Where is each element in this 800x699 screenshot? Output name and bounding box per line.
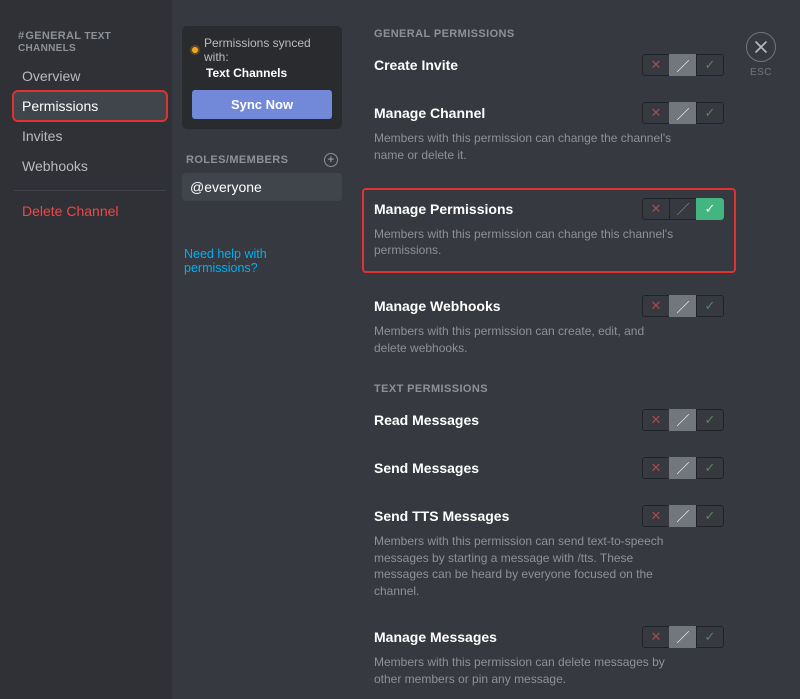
permission-description: Members with this permission can change … bbox=[374, 130, 674, 164]
permission-row: Send Messages ✕／✓ bbox=[374, 457, 724, 481]
settings-sidebar: #GENERALTEXT CHANNELS Overview Permissio… bbox=[0, 0, 172, 699]
deny-option[interactable]: ✕ bbox=[642, 505, 670, 527]
permission-row: Create Invite ✕／✓ bbox=[374, 54, 724, 78]
permission-title: Read Messages bbox=[374, 412, 479, 428]
deny-option[interactable]: ✕ bbox=[642, 198, 670, 220]
permission-title: Manage Messages bbox=[374, 629, 497, 645]
sidebar-separator bbox=[14, 190, 166, 191]
permission-title: Manage Webhooks bbox=[374, 298, 501, 314]
permission-row: Manage Permissions ✕／✓ Members with this p… bbox=[364, 190, 734, 272]
allow-option[interactable]: ✓ bbox=[696, 409, 724, 431]
allow-option[interactable]: ✓ bbox=[696, 505, 724, 527]
sync-now-button[interactable]: Sync Now bbox=[192, 90, 332, 119]
roles-members-header: ROLES/MEMBERS + bbox=[182, 147, 342, 173]
passthrough-option[interactable]: ／ bbox=[669, 198, 697, 220]
allow-option[interactable]: ✓ bbox=[696, 626, 724, 648]
passthrough-option[interactable]: ／ bbox=[669, 505, 697, 527]
passthrough-option[interactable]: ／ bbox=[669, 102, 697, 124]
passthrough-option[interactable]: ／ bbox=[669, 457, 697, 479]
permissions-panel: GENERAL PERMISSIONSCreate Invite✕／✓Manag… bbox=[352, 0, 800, 699]
section-title: GENERAL PERMISSIONS bbox=[374, 28, 724, 40]
permission-row: Manage Channel ✕／✓ Members with this permi… bbox=[374, 102, 724, 166]
permission-title: Send TTS Messages bbox=[374, 508, 509, 524]
deny-option[interactable]: ✕ bbox=[642, 54, 670, 76]
permission-title: Send Messages bbox=[374, 460, 479, 476]
allow-option[interactable]: ✓ bbox=[696, 54, 724, 76]
tri-toggle[interactable]: ✕／✓ bbox=[642, 457, 724, 479]
passthrough-option[interactable]: ／ bbox=[669, 54, 697, 76]
deny-option[interactable]: ✕ bbox=[642, 102, 670, 124]
add-role-button[interactable]: + bbox=[324, 153, 338, 167]
tri-toggle[interactable]: ✕／✓ bbox=[642, 409, 724, 431]
passthrough-option[interactable]: ／ bbox=[669, 295, 697, 317]
tri-toggle[interactable]: ✕／✓ bbox=[642, 295, 724, 317]
allow-option[interactable]: ✓ bbox=[696, 102, 724, 124]
permission-row: Manage Webhooks ✕／✓ Members with this perm… bbox=[374, 295, 724, 359]
tri-toggle[interactable]: ✕／✓ bbox=[642, 198, 724, 220]
close-button[interactable] bbox=[746, 32, 776, 62]
permission-row: Manage Messages ✕／✓ Members with this perm… bbox=[374, 626, 724, 690]
sidebar-item-permissions[interactable]: Permissions bbox=[14, 92, 166, 120]
permission-row: Read Messages ✕／✓ bbox=[374, 409, 724, 433]
close-label: ESC bbox=[746, 67, 776, 78]
permission-title: Create Invite bbox=[374, 57, 458, 73]
help-link[interactable]: Need help with permissions? bbox=[182, 247, 342, 275]
deny-option[interactable]: ✕ bbox=[642, 295, 670, 317]
permission-description: Members with this permission can send te… bbox=[374, 533, 674, 600]
tri-toggle[interactable]: ✕／✓ bbox=[642, 505, 724, 527]
permission-title: Manage Channel bbox=[374, 105, 485, 121]
allow-option[interactable]: ✓ bbox=[696, 295, 724, 317]
close-icon bbox=[754, 40, 768, 54]
sync-category: Text Channels bbox=[206, 66, 332, 80]
deny-option[interactable]: ✕ bbox=[642, 457, 670, 479]
allow-option[interactable]: ✓ bbox=[696, 457, 724, 479]
sidebar-item-overview[interactable]: Overview bbox=[14, 62, 166, 90]
sidebar-header: #GENERALTEXT CHANNELS bbox=[14, 30, 166, 54]
permission-description: Members with this permission can create,… bbox=[374, 323, 674, 357]
close-area: ESC bbox=[746, 32, 776, 78]
deny-option[interactable]: ✕ bbox=[642, 409, 670, 431]
sync-box: Permissions synced with: Text Channels S… bbox=[182, 26, 342, 129]
sidebar-item-delete-channel[interactable]: Delete Channel bbox=[14, 197, 166, 225]
role-item-everyone[interactable]: @everyone bbox=[182, 173, 342, 201]
permission-row: Send TTS Messages ✕／✓ Members with this pe… bbox=[374, 505, 724, 602]
sidebar-item-invites[interactable]: Invites bbox=[14, 122, 166, 150]
permission-description: Members with this permission can change … bbox=[374, 226, 674, 260]
hash-icon: # bbox=[18, 30, 24, 42]
tri-toggle[interactable]: ✕／✓ bbox=[642, 626, 724, 648]
tri-toggle[interactable]: ✕／✓ bbox=[642, 54, 724, 76]
roles-column: Permissions synced with: Text Channels S… bbox=[172, 0, 352, 699]
sidebar-item-webhooks[interactable]: Webhooks bbox=[14, 152, 166, 180]
passthrough-option[interactable]: ／ bbox=[669, 409, 697, 431]
sync-line1: Permissions synced with: bbox=[204, 36, 332, 64]
deny-option[interactable]: ✕ bbox=[642, 626, 670, 648]
permission-description: Members with this permission can delete … bbox=[374, 654, 674, 688]
allow-option[interactable]: ✓ bbox=[696, 198, 724, 220]
permission-title: Manage Permissions bbox=[374, 201, 513, 217]
tri-toggle[interactable]: ✕／✓ bbox=[642, 102, 724, 124]
warning-dot-icon bbox=[192, 47, 198, 53]
section-title: TEXT PERMISSIONS bbox=[374, 383, 724, 395]
passthrough-option[interactable]: ／ bbox=[669, 626, 697, 648]
